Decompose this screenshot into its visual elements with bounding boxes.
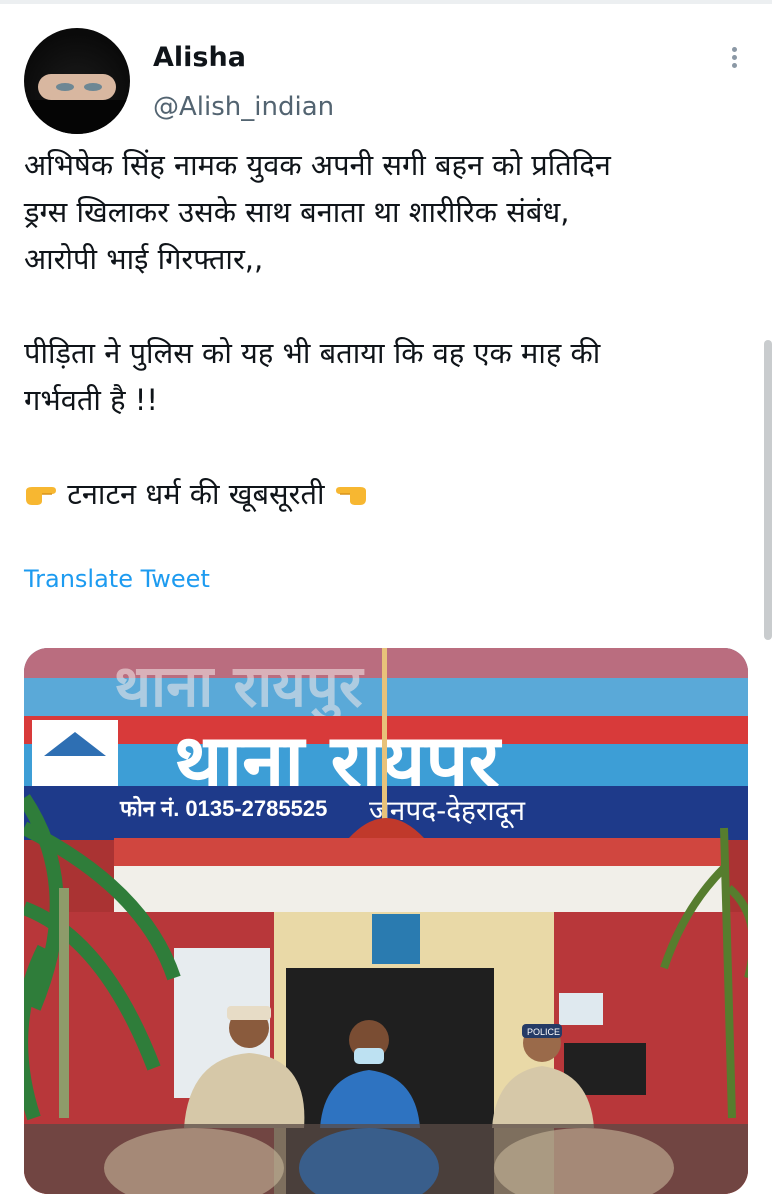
author-handle[interactable]: @Alish_indian xyxy=(153,89,334,125)
pointing-left-hand-icon xyxy=(334,474,368,505)
pointing-right-hand-icon xyxy=(24,474,58,505)
avatar[interactable] xyxy=(24,28,130,134)
tweet-closing-text: टनाटन धर्म की खूबसूरती xyxy=(67,477,325,511)
svg-text:थाना रायपुर: थाना रायपुर xyxy=(114,652,365,723)
tweet-line: गर्भवती है !! xyxy=(24,383,158,417)
tweet-text: अभिषेक सिंह नामक युवक अपनी सगी बहन को प्… xyxy=(24,142,744,518)
avatar-face xyxy=(38,74,116,100)
police-badge: POLICE xyxy=(527,1027,560,1037)
tweet-line: आरोपी भाई गिरफ्तार,, xyxy=(24,242,264,276)
tweet-line: अभिषेक सिंह नामक युवक अपनी सगी बहन को प्… xyxy=(24,148,611,182)
tweet-photo[interactable]: थाना रायपुर थाना रायपुर फोन नं. 0135-278… xyxy=(24,648,748,1194)
top-divider xyxy=(0,0,772,4)
tweet-line: टनाटन धर्म की खूबसूरती xyxy=(24,471,744,518)
tweet-line: ड्रग्स खिलाकर उसके साथ बनाता था शारीरिक … xyxy=(24,195,570,229)
tweet-line: पीड़िता ने पुलिस को यह भी बताया कि वह एक… xyxy=(24,336,601,370)
sign-phone: फोन नं. 0135-2785525 xyxy=(119,795,327,821)
translate-tweet-link[interactable]: Translate Tweet xyxy=(24,562,210,596)
more-options-icon[interactable] xyxy=(722,44,746,74)
author-name[interactable]: Alisha xyxy=(153,40,246,76)
scrollbar[interactable] xyxy=(764,340,772,640)
